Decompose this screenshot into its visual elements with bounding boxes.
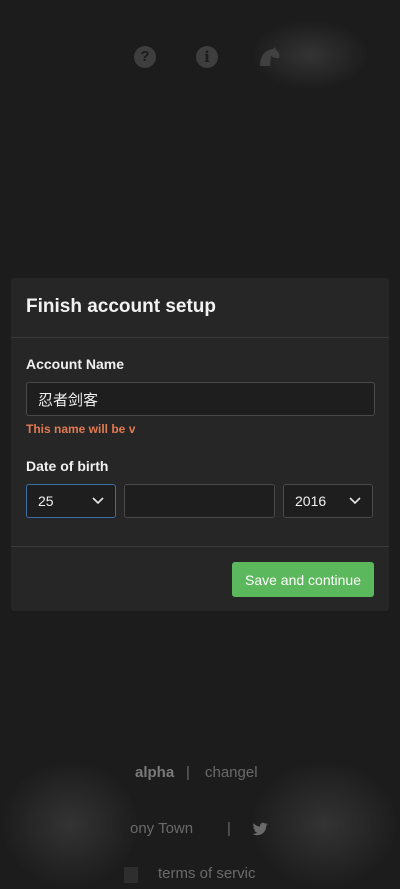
save-and-continue-button[interactable]: Save and continue (232, 562, 374, 597)
month-select[interactable] (124, 484, 275, 518)
chevron-down-icon (92, 497, 104, 505)
day-select[interactable]: 25 (26, 484, 116, 518)
modal-header: Finish account setup (11, 278, 389, 338)
info-circle-icon: i (196, 46, 218, 68)
question-circle-icon: ? (134, 46, 156, 68)
name-warning: This name will be v (26, 422, 136, 436)
account-setup-modal: Finish account setup Account Name 忍者剑客 T… (11, 278, 389, 611)
blur-patch (250, 760, 400, 889)
year-value: 2016 (295, 493, 327, 509)
blur-patch (0, 760, 140, 889)
info-button[interactable]: i (195, 45, 219, 69)
modal-body: Account Name 忍者剑客 This name will be v Da… (11, 338, 389, 547)
date-of-birth-row: 25 2016 (26, 484, 374, 518)
twitter-link[interactable] (251, 822, 269, 841)
modal-title: Finish account setup (26, 296, 217, 317)
twitter-icon (252, 822, 268, 836)
changelog-link[interactable]: changel (205, 764, 258, 781)
pony-button[interactable] (257, 45, 281, 69)
account-name-input[interactable]: 忍者剑客 (26, 382, 375, 416)
pony-town-link[interactable]: ony Town (130, 820, 193, 837)
terms-of-service-link[interactable]: terms of servic (158, 865, 256, 882)
account-name-label: Account Name (26, 356, 125, 372)
footer-separator: | (186, 764, 190, 781)
modal-footer: Save and continue (11, 547, 389, 597)
day-value: 25 (38, 493, 54, 509)
footer-link-mark (124, 867, 138, 883)
date-of-birth-label: Date of birth (26, 458, 109, 474)
top-icon-bar: ? i (0, 45, 400, 75)
chevron-down-icon (349, 497, 361, 505)
footer-separator: | (227, 820, 231, 837)
version-label: alpha (135, 764, 175, 781)
account-name-value: 忍者剑客 (38, 390, 99, 409)
help-button[interactable]: ? (133, 45, 157, 69)
pony-head-icon (260, 47, 280, 66)
year-select[interactable]: 2016 (283, 484, 373, 518)
